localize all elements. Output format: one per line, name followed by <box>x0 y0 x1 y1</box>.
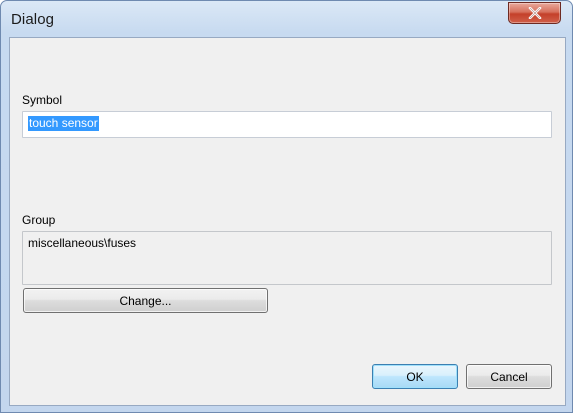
ok-button[interactable]: OK <box>372 364 458 389</box>
symbol-label: Symbol <box>22 93 63 107</box>
close-x-icon <box>528 7 541 19</box>
dialog-window: Dialog Symbol touch sensor Group miscell… <box>0 0 573 413</box>
close-button[interactable] <box>508 2 561 24</box>
group-value: miscellaneous\fuses <box>28 236 137 250</box>
ok-button-label: OK <box>406 369 424 384</box>
dialog-client-area: Symbol touch sensor Group miscellaneous\… <box>9 37 566 406</box>
change-button[interactable]: Change... <box>23 288 268 313</box>
cancel-button[interactable]: Cancel <box>466 364 552 389</box>
symbol-input-selected-text: touch sensor <box>28 116 99 131</box>
change-button-label: Change... <box>119 293 172 308</box>
cancel-button-label: Cancel <box>490 369 528 384</box>
group-label: Group <box>22 213 56 227</box>
window-title: Dialog <box>11 11 55 28</box>
symbol-input[interactable]: touch sensor <box>22 111 552 138</box>
title-bar[interactable]: Dialog <box>1 1 572 36</box>
group-field: miscellaneous\fuses <box>22 231 552 285</box>
